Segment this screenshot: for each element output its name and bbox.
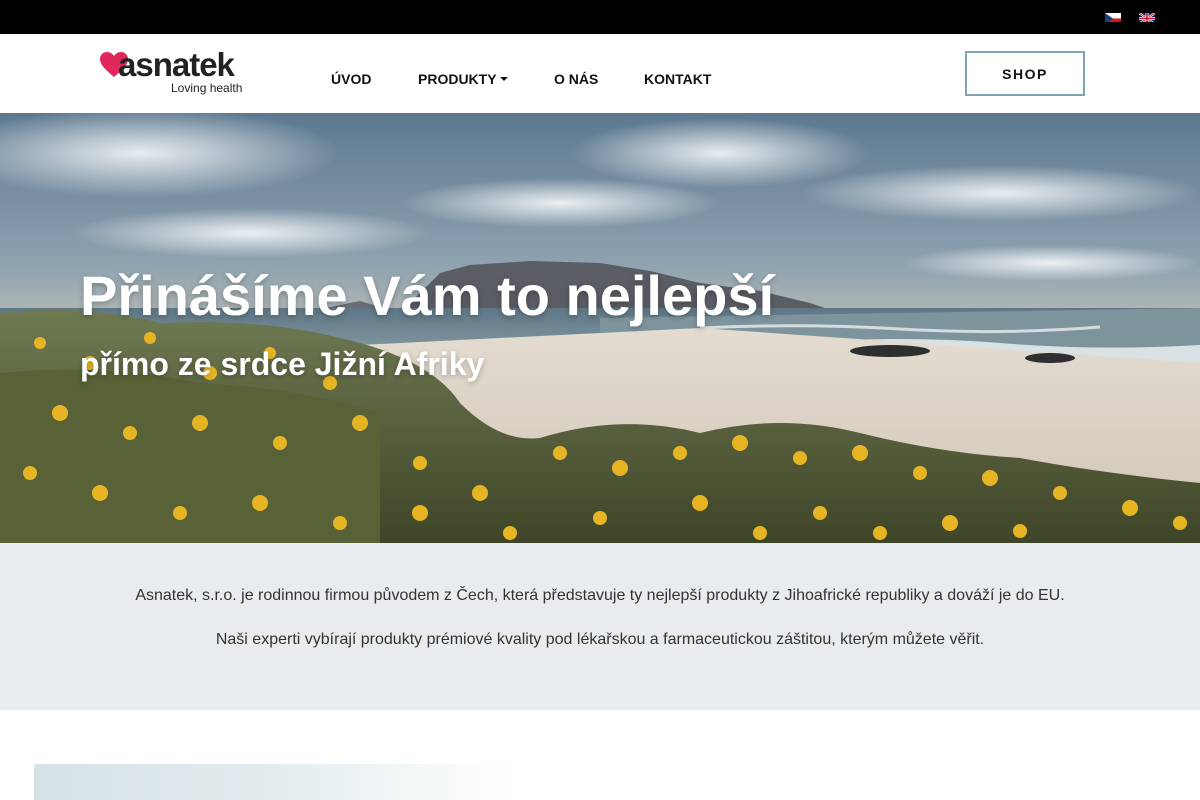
logo-tagline: Loving health (171, 81, 243, 95)
intro-paragraph: Naši experti vybírají produkty prémiové … (215, 631, 985, 648)
nav-item-label: O NÁS (554, 71, 599, 87)
site-header: asnatek Loving health ÚVOD PRODUKTY O NÁ… (0, 34, 1200, 113)
logo-text: asnatek (118, 46, 235, 83)
shop-button[interactable]: SHOP (965, 51, 1085, 96)
intro-paragraph: Asnatek, s.r.o. je rodinnou firmou původ… (135, 587, 1065, 604)
hero-subtitle: přímo ze srdce Jižní Afriky (80, 346, 485, 382)
intro-section: Asnatek, s.r.o. je rodinnou firmou původ… (0, 543, 1200, 710)
section-image (34, 764, 514, 800)
nav-item-o-nas[interactable]: O NÁS (554, 71, 598, 87)
nav-item-produkty[interactable]: PRODUKTY (418, 71, 508, 87)
nav-item-label: KONTAKT (644, 71, 712, 87)
nav-item-label: PRODUKTY (418, 71, 497, 87)
content-section (0, 710, 1200, 800)
hero-banner: Přinášíme Vám to nejlepší přímo ze srdce… (0, 113, 1200, 543)
nav-item-uvod[interactable]: ÚVOD (331, 71, 371, 87)
hero-background-image (0, 113, 1200, 543)
nav-item-kontakt[interactable]: KONTAKT (644, 71, 711, 87)
nav-item-label: ÚVOD (331, 71, 372, 87)
uk-flag-icon[interactable] (1139, 11, 1155, 22)
hero-title: Přinášíme Vám to nejlepší (80, 264, 775, 327)
caret-down-icon (499, 77, 508, 81)
czech-flag-icon[interactable] (1105, 11, 1121, 22)
top-bar (0, 0, 1200, 34)
logo[interactable]: asnatek Loving health (100, 46, 250, 100)
